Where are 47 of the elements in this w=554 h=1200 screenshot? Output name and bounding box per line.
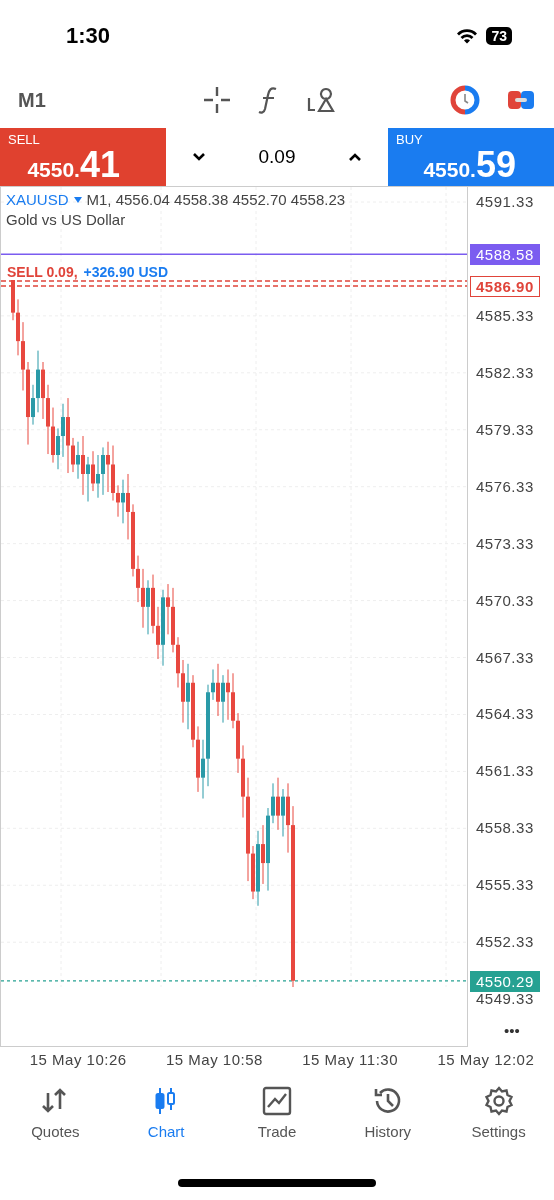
price-tick: 4549.33 <box>476 990 534 1008</box>
price-tag: 4586.90 <box>470 276 540 298</box>
symbol-selector[interactable]: XAUUSD <box>6 191 69 208</box>
price-tick: 4555.33 <box>476 876 534 894</box>
price-tick: 4564.33 <box>476 705 534 723</box>
more-button[interactable]: ••• <box>504 1023 520 1038</box>
symbol-description: Gold vs US Dollar <box>6 211 127 228</box>
wifi-icon <box>456 28 479 44</box>
shapes-icon[interactable] <box>306 85 336 115</box>
settings-icon <box>482 1085 515 1117</box>
timeframe-button[interactable]: M1 <box>18 88 202 112</box>
tab-button[interactable]: History <box>332 1081 444 1155</box>
order-label: SELL 0.09, <box>7 264 78 281</box>
price-tick: 4591.33 <box>476 193 534 210</box>
buy-button[interactable]: BUY 4550.59 <box>388 128 554 186</box>
price-tag: 4550.29 <box>470 970 540 992</box>
status-time: 1:30 <box>66 23 111 49</box>
price-tick: 4561.33 <box>476 762 534 780</box>
time-label: 15 May 10:26 <box>29 1051 127 1070</box>
price-tick: 4582.33 <box>476 363 534 381</box>
caret-up-icon[interactable] <box>347 152 362 162</box>
tab-button[interactable]: Chart <box>110 1081 222 1155</box>
time-label: 15 May 10:58 <box>165 1051 263 1070</box>
price-tick: 4579.33 <box>476 420 534 438</box>
battery-level: 73 <box>486 27 512 45</box>
order-profit: +326.90 USD <box>83 264 168 281</box>
price-tick: 4585.33 <box>476 306 534 324</box>
clock-ring-icon[interactable] <box>450 85 480 115</box>
price-tick: 4567.33 <box>476 648 534 666</box>
tab-button[interactable]: Settings <box>443 1081 554 1155</box>
trade-icon <box>261 1085 293 1117</box>
price-tick: 4552.33 <box>476 933 534 951</box>
price-tick: 4576.33 <box>476 477 534 495</box>
sell-button[interactable]: SELL 4550.41 <box>0 128 166 186</box>
price-tick: 4573.33 <box>476 534 534 552</box>
price-tick: 4558.33 <box>476 819 534 837</box>
tab-button[interactable]: Quotes <box>0 1081 111 1155</box>
time-label: 15 May 12:02 <box>437 1051 535 1070</box>
time-label: 15 May 11:30 <box>302 1051 399 1070</box>
ohlc-text: M1, 4556.04 4558.38 4552.70 4558.23 <box>86 191 346 208</box>
tab-button[interactable]: Trade <box>221 1081 333 1155</box>
volume-value[interactable]: 0.09 <box>258 146 296 168</box>
dropdown-icon[interactable] <box>73 196 82 203</box>
crosshair-icon[interactable] <box>202 85 232 115</box>
caret-down-icon[interactable] <box>192 152 207 162</box>
price-tag: 4588.58 <box>470 244 540 266</box>
price-tick: 4570.33 <box>476 591 534 609</box>
